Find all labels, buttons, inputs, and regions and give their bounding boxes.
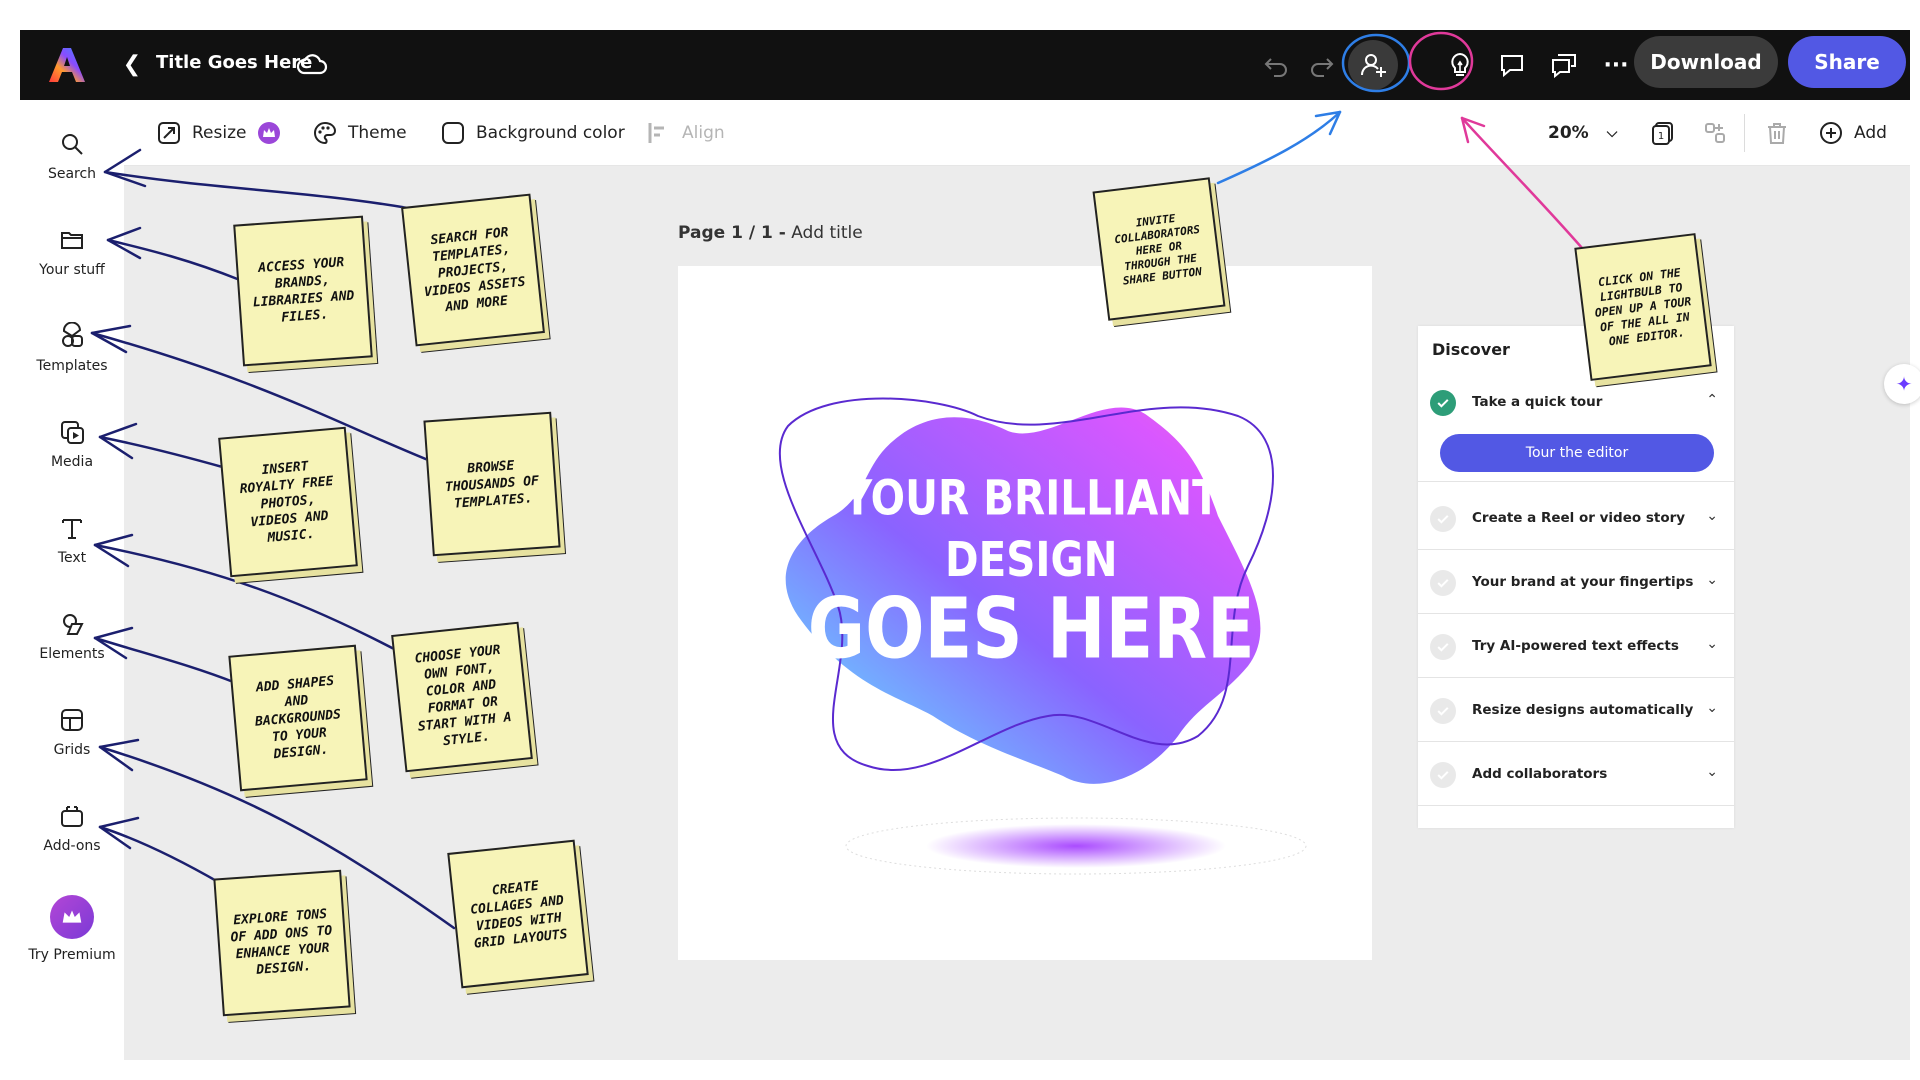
check-circle-icon [1430, 634, 1456, 660]
sidebar-item-grids[interactable]: Grids [20, 706, 124, 786]
sidebar-item-text[interactable]: Text [20, 514, 124, 594]
premium-crown-icon [258, 122, 281, 144]
note-elements: Add shapes and backgrounds to your desig… [228, 644, 368, 792]
lightbulb-icon[interactable] [1440, 45, 1480, 85]
adobe-express-logo[interactable] [46, 44, 88, 86]
search-icon [62, 134, 83, 155]
note-invite: Invite collaborators here or through the… [1092, 177, 1226, 321]
chevron-down-icon: ⌄ [1706, 572, 1718, 588]
grid-icon [61, 709, 83, 731]
design-line-3: GOES HERE [808, 581, 1255, 679]
try-premium-button[interactable]: Try Premium [20, 895, 124, 995]
page-label[interactable]: Page 1 / 1 - Add title [678, 223, 863, 243]
share-button[interactable]: Share [1788, 36, 1906, 88]
align-icon [648, 123, 664, 143]
note-text: Choose your own font, color and format o… [391, 621, 533, 773]
ai-sparkle-icon[interactable]: ✦ [1884, 364, 1920, 404]
check-circle-icon [1430, 506, 1456, 532]
premium-crown-icon [50, 895, 94, 939]
resize-button[interactable]: Resize [156, 118, 282, 148]
note-media: Insert royalty free photos, videos and m… [218, 426, 358, 578]
design-toolbar: Resize Theme Background color Align 20% … [124, 100, 1910, 166]
folder-icon [61, 232, 83, 249]
discover-item-brand[interactable]: Your brand at your fingertips ⌄ [1418, 550, 1734, 614]
discover-item-collaborators[interactable]: Add collaborators ⌄ [1418, 742, 1734, 806]
templates-icon [62, 322, 83, 347]
background-color-button[interactable]: Background color [440, 118, 625, 148]
design-line-1: YOUR BRILLIANT [842, 470, 1220, 526]
discover-item-text-effects[interactable]: Try AI-powered text effects ⌄ [1418, 614, 1734, 678]
align-button[interactable]: Align [646, 118, 725, 148]
sidebar-item-your-stuff[interactable]: Your stuff [20, 226, 124, 306]
top-bar: ❮ Title Goes Here ··· Download Share [20, 30, 1910, 100]
discover-panel: Discover Take a quick tour ⌃ Tour the ed… [1418, 326, 1734, 828]
svg-text:1: 1 [1658, 131, 1664, 142]
discover-item-resize[interactable]: Resize designs automatically ⌄ [1418, 678, 1734, 742]
present-chat-icon[interactable] [1544, 45, 1584, 85]
note-grids: Create collages and videos with grid lay… [447, 839, 589, 989]
chevron-down-icon: ⌵ [1606, 125, 1618, 141]
redo-icon[interactable] [1302, 45, 1342, 85]
note-lightbulb: Click on the lightbulb to open up a tour… [1574, 233, 1712, 381]
theme-button[interactable]: Theme [312, 118, 407, 148]
background-swatch-icon [442, 122, 464, 144]
sidebar-item-media[interactable]: Media [20, 418, 124, 498]
add-circle-icon [1820, 122, 1842, 144]
back-button[interactable]: ❮ [118, 47, 146, 83]
note-your-stuff: Access your brands, libraries and files. [233, 215, 373, 367]
media-icon [61, 421, 84, 444]
chevron-down-icon: ⌄ [1706, 764, 1718, 780]
note-add-ons: Explore tons of add ons to enhance your … [213, 869, 351, 1017]
sidebar-item-templates[interactable]: Templates [20, 322, 124, 402]
note-search: Search for templates, projects, videos a… [401, 193, 545, 347]
check-circle-icon [1430, 390, 1456, 416]
sidebar-item-search[interactable]: Search [20, 130, 124, 210]
addons-icon [61, 806, 83, 827]
arrange-icon[interactable] [1702, 118, 1728, 148]
comment-icon[interactable] [1492, 45, 1532, 85]
invite-collaborators-icon[interactable] [1348, 40, 1398, 90]
discover-item-reel[interactable]: Create a Reel or video story ⌄ [1418, 486, 1734, 550]
add-title-link[interactable]: Add title [791, 223, 863, 243]
toolbar-divider [1744, 114, 1745, 152]
sidebar-item-add-ons[interactable]: Add-ons [20, 802, 124, 882]
chevron-down-icon: ⌄ [1706, 636, 1718, 652]
zoom-select[interactable]: 20% ⌵ [1548, 118, 1617, 148]
undo-icon[interactable] [1256, 45, 1296, 85]
download-button[interactable]: Download [1634, 36, 1778, 88]
discover-title: Discover [1432, 340, 1510, 359]
check-circle-icon [1430, 570, 1456, 596]
tour-editor-button[interactable]: Tour the editor [1440, 434, 1714, 472]
design-graphic: YOUR BRILLIANT DESIGN GOES HERE [778, 397, 1307, 875]
chevron-down-icon: ⌄ [1706, 700, 1718, 716]
note-templates: Browse thousands of templates. [423, 411, 561, 557]
more-options-icon[interactable]: ··· [1596, 45, 1636, 85]
text-icon [62, 519, 82, 539]
elements-icon [63, 614, 84, 635]
check-circle-icon [1430, 698, 1456, 724]
cloud-sync-icon[interactable] [295, 48, 329, 82]
palette-icon [314, 121, 337, 145]
chevron-down-icon: ⌄ [1706, 508, 1718, 524]
delete-icon[interactable] [1764, 118, 1790, 148]
chevron-up-icon: ⌃ [1706, 392, 1718, 408]
resize-icon [158, 122, 180, 144]
pages-icon[interactable]: 1 [1650, 118, 1676, 148]
left-sidebar: Search Your stuff Templates Media Text E… [20, 100, 124, 980]
sidebar-item-elements[interactable]: Elements [20, 610, 124, 690]
check-circle-icon [1430, 762, 1456, 788]
artboard[interactable]: YOUR BRILLIANT DESIGN GOES HERE [678, 266, 1372, 960]
document-title[interactable]: Title Goes Here [156, 52, 312, 73]
add-button[interactable]: Add [1818, 118, 1887, 148]
